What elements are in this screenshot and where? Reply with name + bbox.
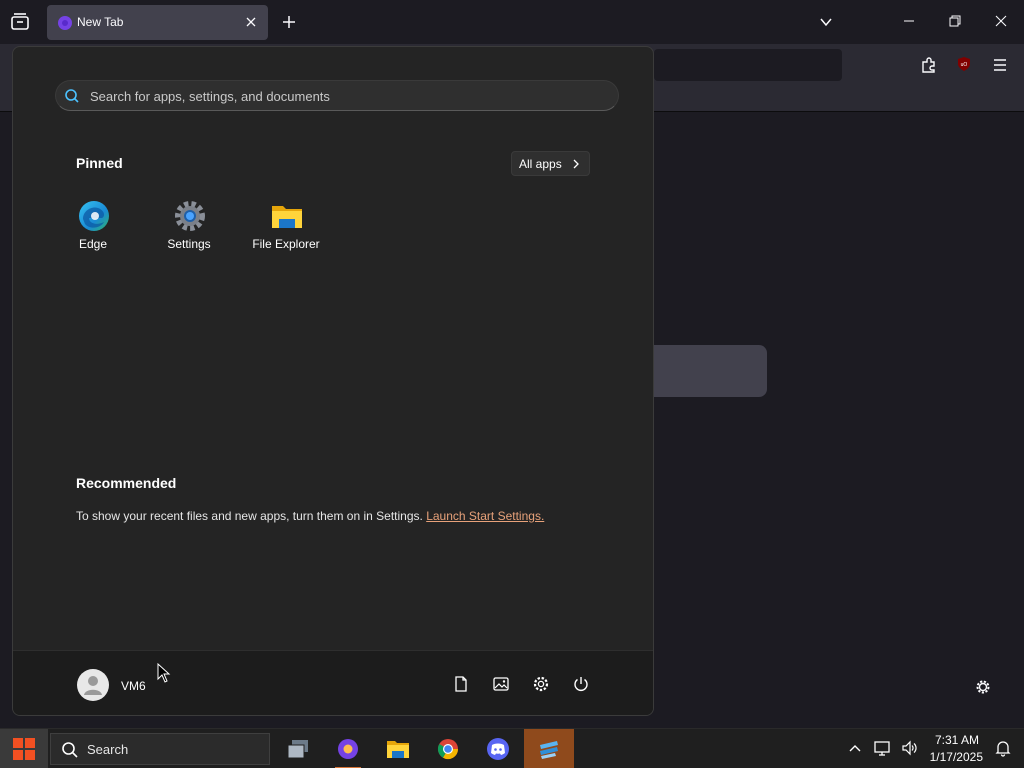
address-bar[interactable] bbox=[654, 49, 842, 81]
chevron-right-icon bbox=[573, 159, 579, 169]
discord-icon bbox=[487, 738, 509, 760]
network-icon[interactable] bbox=[873, 739, 891, 757]
user-icon bbox=[84, 676, 102, 695]
search-icon bbox=[62, 742, 78, 758]
taskbar-file-explorer[interactable] bbox=[373, 729, 423, 768]
launch-start-settings-link[interactable]: Launch Start Settings. bbox=[426, 509, 544, 523]
recommended-message: To show your recent files and new apps, … bbox=[76, 509, 544, 523]
avatar bbox=[77, 669, 109, 701]
minimize-icon[interactable] bbox=[902, 14, 916, 28]
start-search-input[interactable]: Search for apps, settings, and documents bbox=[55, 80, 619, 111]
close-tab-icon[interactable] bbox=[244, 15, 258, 29]
taskbar-discord[interactable] bbox=[473, 729, 523, 768]
all-apps-label: All apps bbox=[519, 157, 562, 171]
pinned-app-label: File Explorer bbox=[252, 237, 320, 251]
pinned-app-edge[interactable]: Edge bbox=[48, 199, 138, 257]
customize-new-tab-gear-icon[interactable] bbox=[974, 678, 992, 696]
power-icon[interactable] bbox=[572, 675, 590, 693]
windows-logo-icon bbox=[13, 738, 35, 760]
extensions-icon[interactable] bbox=[920, 56, 938, 74]
pinned-app-label: Edge bbox=[78, 237, 108, 251]
close-window-icon[interactable] bbox=[994, 14, 1008, 28]
start-menu: Search for apps, settings, and documents… bbox=[12, 46, 654, 716]
file-explorer-icon bbox=[387, 741, 409, 758]
browser-tab-bar: New Tab bbox=[0, 0, 1024, 44]
documents-icon[interactable] bbox=[452, 675, 470, 693]
edge-icon bbox=[79, 201, 109, 231]
recommended-text: To show your recent files and new apps, … bbox=[76, 509, 423, 523]
taskbar-active-app[interactable] bbox=[524, 729, 574, 768]
tab-new-tab[interactable]: New Tab bbox=[47, 5, 268, 40]
new-tab-icon[interactable] bbox=[281, 14, 297, 30]
notification-bell-icon[interactable] bbox=[994, 739, 1012, 757]
start-menu-footer: VM6 bbox=[13, 650, 653, 715]
pinned-app-label: Settings bbox=[167, 237, 211, 251]
taskbar-chrome[interactable] bbox=[423, 729, 473, 768]
taskbar-task-view[interactable] bbox=[273, 729, 323, 768]
tab-title: New Tab bbox=[77, 15, 124, 29]
taskbar-search-label: Search bbox=[87, 742, 129, 757]
taskbar: Search bbox=[0, 728, 1024, 768]
start-button[interactable] bbox=[0, 729, 48, 768]
taskbar-search-box[interactable]: Search bbox=[50, 733, 270, 765]
tab-list-icon[interactable] bbox=[8, 10, 32, 34]
pictures-icon[interactable] bbox=[492, 675, 510, 693]
hamburger-menu-icon[interactable] bbox=[992, 57, 1008, 73]
clock-time[interactable]: 7:31 AM bbox=[931, 733, 979, 747]
user-name: VM6 bbox=[121, 679, 146, 693]
recommended-heading: Recommended bbox=[76, 475, 177, 491]
pinned-heading: Pinned bbox=[76, 155, 123, 171]
chevron-up-icon[interactable] bbox=[846, 740, 864, 758]
app-icon bbox=[540, 741, 558, 759]
chrome-icon bbox=[437, 739, 459, 760]
volume-icon[interactable] bbox=[901, 739, 919, 757]
task-view-icon bbox=[287, 740, 308, 759]
ublock-origin-icon[interactable]: uO bbox=[956, 56, 972, 72]
firefox-favicon-icon bbox=[58, 16, 72, 30]
folder-icon bbox=[272, 206, 302, 228]
clock-date[interactable]: 1/17/2025 bbox=[927, 750, 983, 764]
settings-icon[interactable] bbox=[532, 675, 550, 693]
search-icon bbox=[65, 89, 79, 103]
list-all-tabs-icon[interactable] bbox=[818, 14, 834, 30]
settings-gear-icon bbox=[175, 201, 205, 231]
firefox-icon bbox=[338, 739, 358, 759]
search-placeholder: Search for apps, settings, and documents bbox=[90, 89, 330, 104]
restore-icon[interactable] bbox=[948, 14, 962, 28]
new-tab-page-card[interactable] bbox=[640, 345, 767, 397]
pinned-app-file-explorer[interactable]: File Explorer bbox=[241, 199, 331, 257]
svg-text:uO: uO bbox=[961, 62, 968, 68]
pinned-app-settings[interactable]: Settings bbox=[144, 199, 234, 257]
mouse-pointer-icon bbox=[157, 663, 171, 683]
taskbar-firefox[interactable] bbox=[323, 729, 373, 768]
all-apps-button[interactable]: All apps bbox=[511, 151, 590, 176]
